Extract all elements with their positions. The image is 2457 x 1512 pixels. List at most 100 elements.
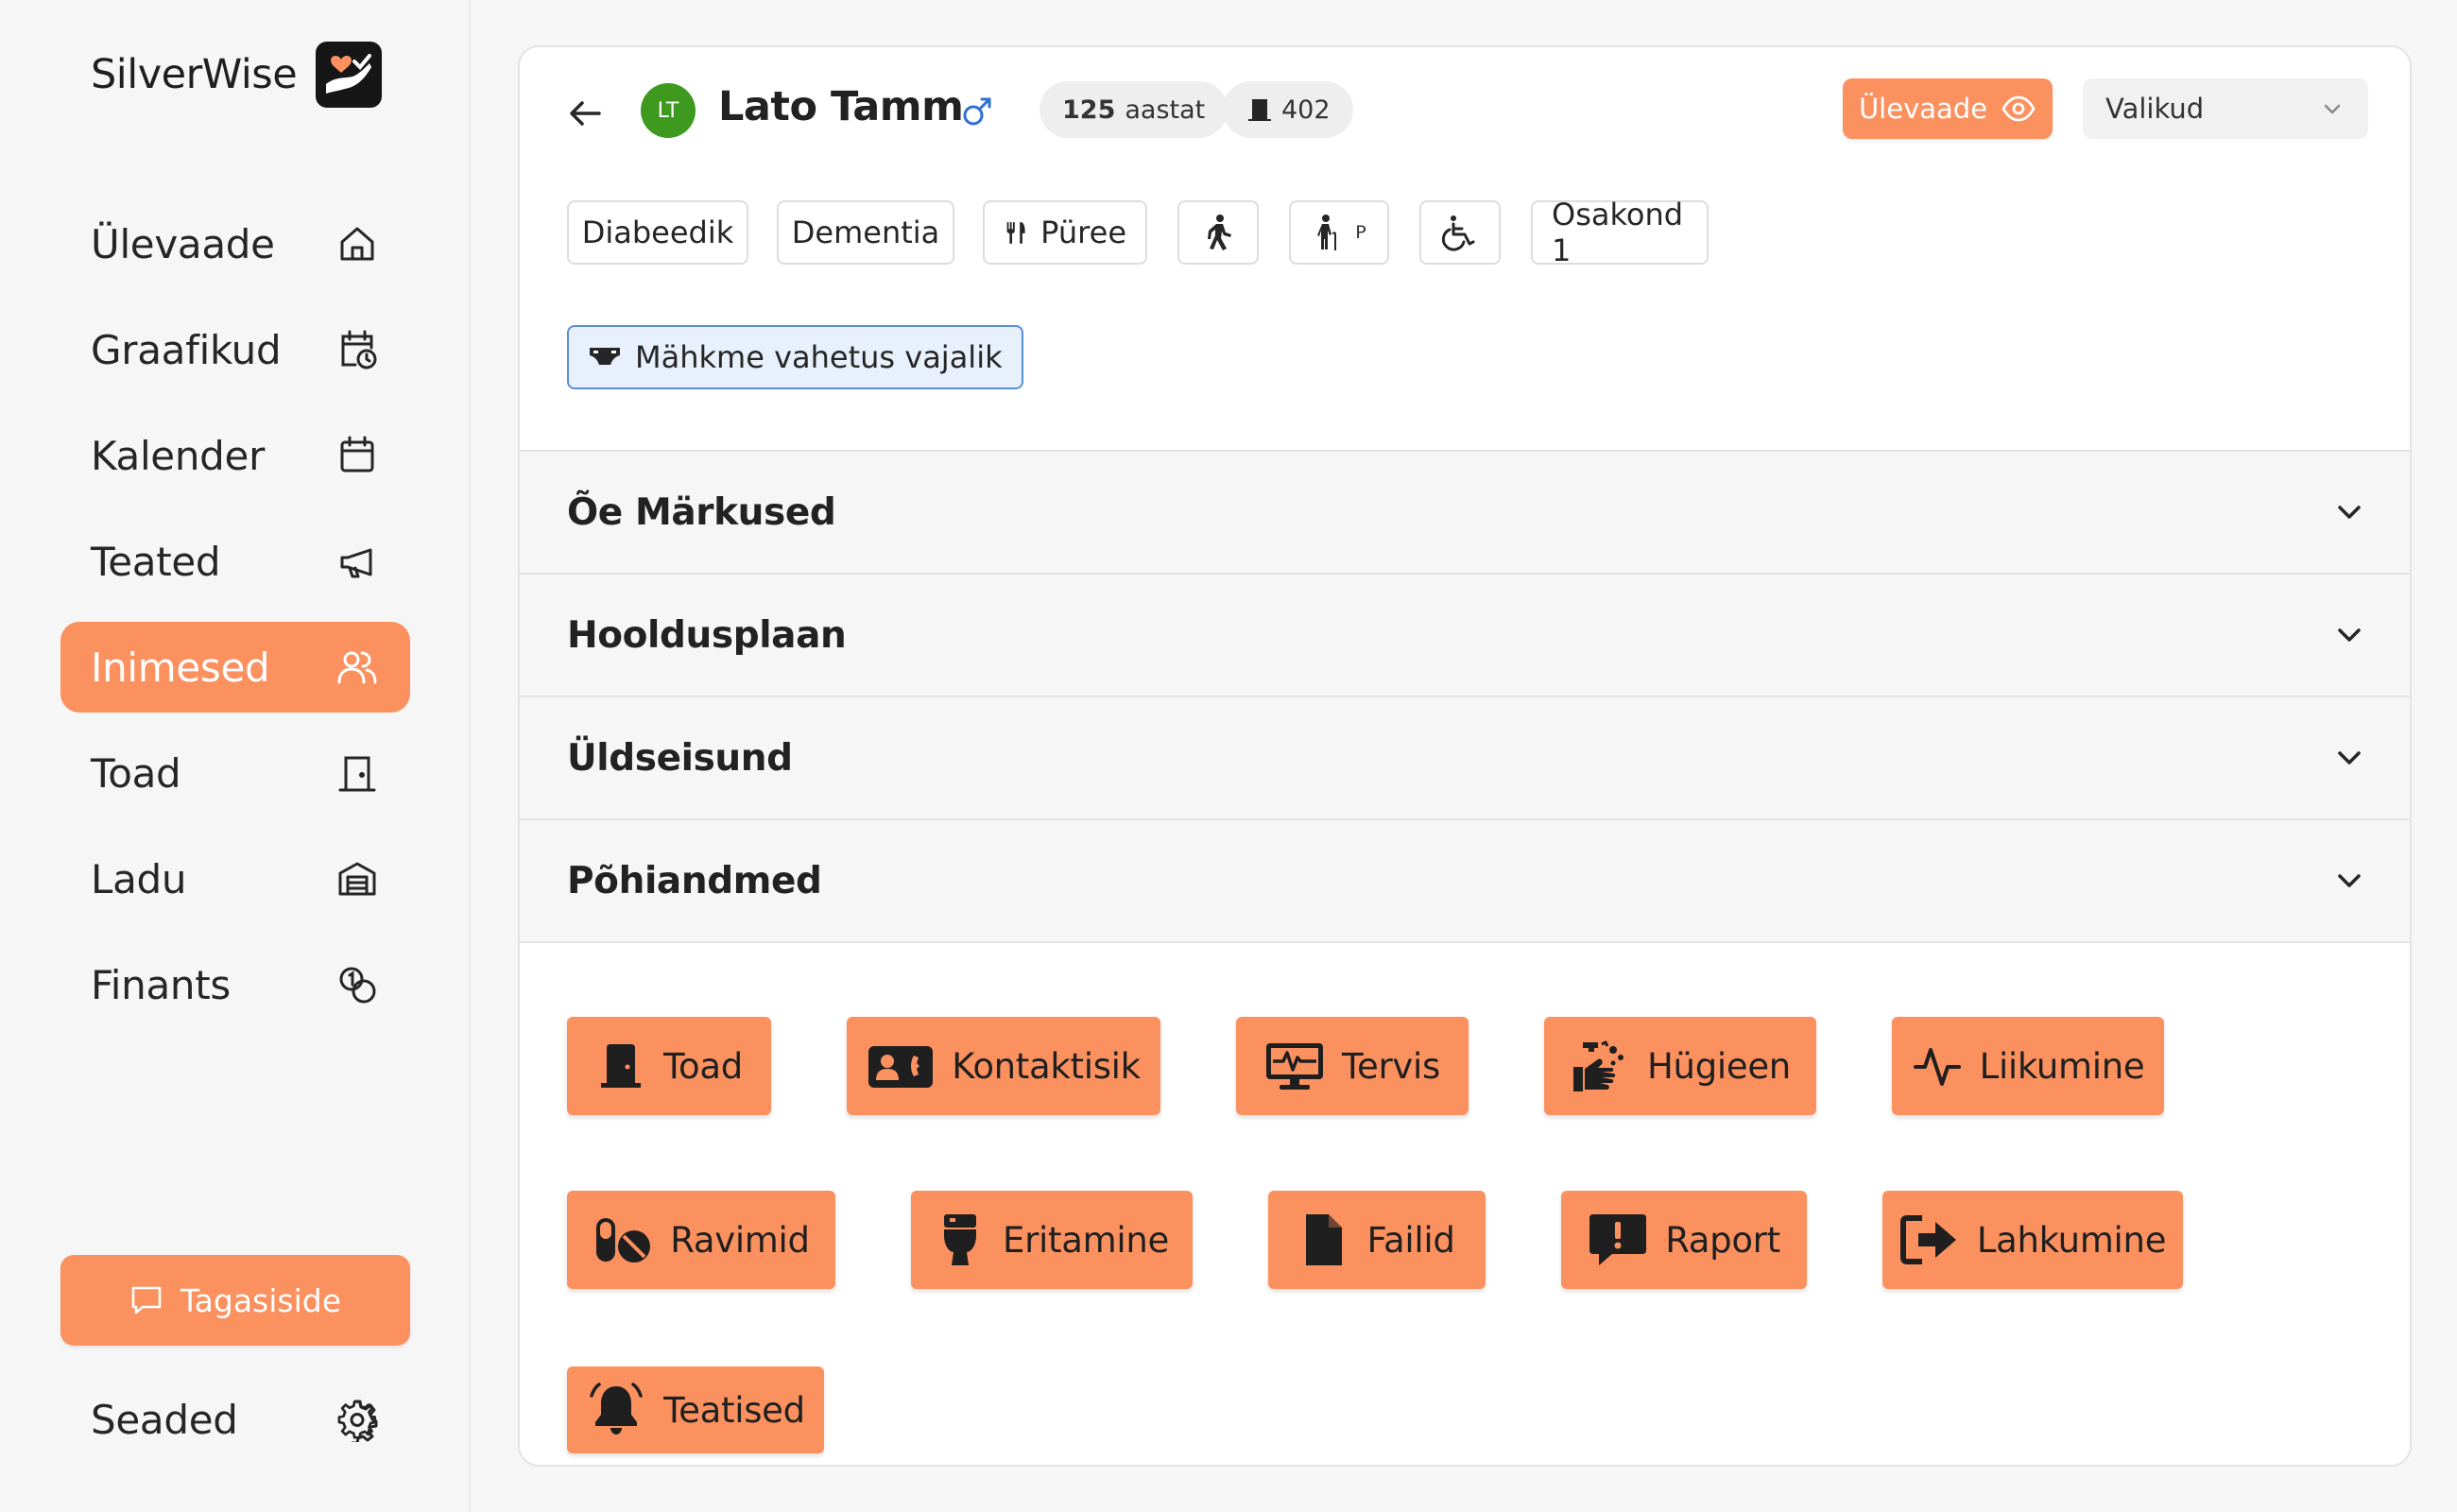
- sidebar-item-label: Seaded: [91, 1396, 238, 1443]
- toilet-icon: [944, 1214, 977, 1265]
- tag-dementia: Dementia: [777, 200, 954, 265]
- coins-icon: [339, 967, 376, 1004]
- sidebar-item-people[interactable]: Inimesed: [60, 622, 410, 713]
- sidebar-item-warehouse[interactable]: Ladu: [60, 833, 410, 924]
- sidebar-item-calendar[interactable]: Kalender: [60, 410, 410, 501]
- action-hygiene-button[interactable]: Hügieen: [1544, 1017, 1816, 1115]
- action-label: Lahkumine: [1976, 1219, 2167, 1261]
- action-label: Kontaktisik: [952, 1045, 1141, 1087]
- tag-label: Osakond 1: [1552, 197, 1684, 268]
- tag-wheelchair: [1419, 200, 1501, 265]
- section-care-plan[interactable]: Hooldusplaan: [520, 573, 2410, 696]
- wheelchair-icon: [1441, 215, 1475, 251]
- tag-label: Dementia: [791, 215, 940, 250]
- sidebar-item-finance[interactable]: Finants: [60, 939, 410, 1030]
- tag-diet: Püree: [983, 200, 1147, 265]
- warehouse-icon: [338, 862, 376, 896]
- options-label: Valikud: [2105, 93, 2205, 125]
- hand-wash-icon: [1573, 1040, 1624, 1091]
- walking-person-icon: [1208, 215, 1231, 250]
- action-notifications-button[interactable]: Teatised: [567, 1366, 824, 1453]
- feedback-label: Tagasiside: [180, 1281, 342, 1319]
- contact-card-icon: [868, 1046, 934, 1088]
- sidebar-item-overview[interactable]: Ülevaade: [60, 198, 410, 289]
- action-label: Hügieen: [1647, 1045, 1791, 1087]
- tag-diabetic: Diabeedik: [567, 200, 748, 265]
- action-contact-button[interactable]: Kontaktisik: [847, 1017, 1160, 1115]
- male-gender-icon: [963, 97, 991, 126]
- action-label: Raport: [1665, 1219, 1780, 1261]
- section-general-condition[interactable]: Üldseisund: [520, 696, 2410, 818]
- age-unit: aastat: [1125, 94, 1206, 125]
- section-basic-data[interactable]: Põhiandmed: [520, 818, 2410, 941]
- eye-icon: [2002, 95, 2036, 122]
- options-dropdown[interactable]: Valikud: [2083, 78, 2368, 139]
- door-icon: [338, 756, 376, 792]
- brand-name: SilverWise: [91, 51, 298, 98]
- sidebar-item-schedules[interactable]: Graafikud: [60, 304, 410, 395]
- action-label: Teatised: [663, 1389, 805, 1431]
- resident-card: LT Lato Tamm 125 aastat 402 Ülevaade Val…: [518, 45, 2412, 1467]
- chevron-down-icon: [2338, 628, 2361, 642]
- sidebar-item-label: Teated: [91, 538, 221, 585]
- sidebar-item-label: Toad: [91, 749, 181, 797]
- alert-diaper-change: Mähkme vahetus vajalik: [567, 325, 1023, 389]
- calendar-icon: [340, 436, 374, 472]
- sidebar-item-settings[interactable]: Seaded: [60, 1374, 410, 1465]
- action-report-button[interactable]: Raport: [1561, 1191, 1807, 1289]
- brand[interactable]: SilverWise: [91, 42, 383, 108]
- action-health-button[interactable]: Tervis: [1236, 1017, 1469, 1115]
- action-files-button[interactable]: Failid: [1268, 1191, 1486, 1289]
- age-value: 125: [1062, 94, 1116, 125]
- cane-person-icon: [1317, 215, 1337, 250]
- room-number: 402: [1281, 94, 1331, 125]
- age-badge: 125 aastat: [1040, 81, 1228, 138]
- sidebar-item-announcements[interactable]: Teated: [60, 516, 410, 607]
- sidebar-item-label: Inimesed: [91, 644, 270, 691]
- hand-heart-icon: [316, 42, 383, 108]
- divider: [520, 941, 2410, 943]
- overview-button[interactable]: Ülevaade: [1843, 78, 2053, 139]
- diaper-icon: [590, 348, 620, 365]
- fork-knife-icon: [1006, 222, 1025, 244]
- tag-cane: P: [1289, 200, 1389, 265]
- feedback-button[interactable]: Tagasiside: [60, 1255, 410, 1346]
- room-badge: 402: [1223, 81, 1353, 138]
- bell-icon: [590, 1383, 643, 1435]
- action-medication-button[interactable]: Ravimid: [567, 1191, 835, 1289]
- action-rooms-button[interactable]: Toad: [567, 1017, 771, 1115]
- action-excretion-button[interactable]: Eritamine: [911, 1191, 1193, 1289]
- action-label: Liikumine: [1979, 1045, 2145, 1087]
- chevron-down-icon: [2324, 104, 2341, 114]
- action-label: Tervis: [1342, 1045, 1440, 1087]
- sidebar-item-label: Finants: [91, 961, 231, 1008]
- back-arrow-icon[interactable]: [563, 91, 609, 136]
- section-title: Põhiandmed: [567, 859, 822, 902]
- tag-ward: Osakond 1: [1531, 197, 1709, 268]
- action-label: Toad: [663, 1045, 743, 1087]
- exit-icon: [1899, 1215, 1956, 1264]
- tag-label: Püree: [1040, 215, 1126, 250]
- sidebar-item-label: Ülevaade: [91, 220, 275, 267]
- megaphone-icon: [340, 548, 372, 578]
- home-icon: [340, 227, 374, 261]
- section-nurse-notes[interactable]: Õe Märkused: [520, 450, 2410, 573]
- action-departure-button[interactable]: Lahkumine: [1882, 1191, 2183, 1289]
- chevron-down-icon: [2338, 751, 2361, 765]
- action-label: Ravimid: [670, 1219, 810, 1261]
- health-monitor-icon: [1266, 1043, 1324, 1090]
- door-icon: [1248, 99, 1271, 121]
- person-name: Lato Tamm: [718, 83, 964, 130]
- report-icon: [1589, 1214, 1647, 1265]
- section-title: Õe Märkused: [567, 490, 836, 534]
- action-movement-button[interactable]: Liikumine: [1892, 1017, 2164, 1115]
- sidebar-item-rooms[interactable]: Toad: [60, 728, 410, 818]
- message-icon: [131, 1286, 162, 1314]
- sidebar-item-label: Ladu: [91, 855, 187, 902]
- tag-walking: [1177, 200, 1259, 265]
- tag-label: Diabeedik: [581, 215, 734, 250]
- sidebar-item-label: Kalender: [91, 432, 266, 479]
- action-label: Failid: [1366, 1219, 1455, 1261]
- users-icon: [337, 651, 377, 684]
- pills-icon: [596, 1218, 651, 1263]
